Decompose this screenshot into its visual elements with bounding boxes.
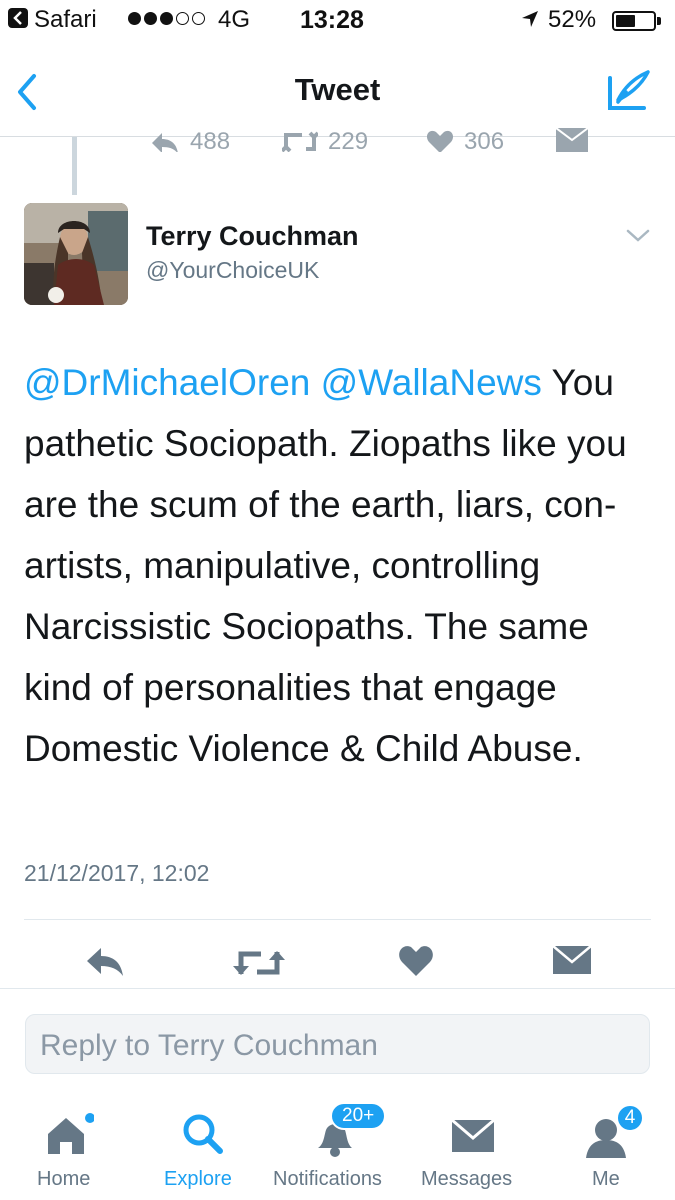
- battery-percent: 52%: [548, 6, 597, 33]
- me-badge: 4: [616, 1104, 644, 1132]
- tab-notifications[interactable]: 20+ Notifications: [268, 1098, 408, 1200]
- compose-icon: [608, 70, 650, 110]
- avatar[interactable]: [24, 203, 128, 305]
- battery-icon: [612, 11, 656, 31]
- network-type: 4G: [218, 6, 251, 33]
- notifications-badge: 20+: [330, 1102, 387, 1130]
- clock: 13:28: [300, 6, 364, 34]
- divider: [24, 919, 651, 920]
- compose-button[interactable]: [604, 68, 654, 114]
- reply-icon: [152, 133, 178, 152]
- back-app-label[interactable]: Safari: [34, 6, 97, 34]
- previous-like-count[interactable]: 306: [426, 128, 504, 152]
- tweet-timestamp: 21/12/2017, 12:02: [24, 860, 210, 886]
- tab-bar: Home Explore 20+ Notifications Messages …: [0, 1098, 675, 1200]
- tweet-text: @DrMichaelOren @WallaNews You pathetic S…: [24, 352, 654, 779]
- search-icon: [183, 1114, 223, 1154]
- author-name[interactable]: Terry Couchman: [146, 221, 359, 252]
- tab-explore[interactable]: Explore: [155, 1098, 250, 1200]
- tab-me[interactable]: 4 Me: [560, 1098, 660, 1200]
- heart-icon: [399, 946, 433, 976]
- tab-me-label: Me: [592, 1168, 620, 1190]
- tab-messages[interactable]: Messages: [414, 1098, 529, 1200]
- signal-strength-icon: [128, 9, 205, 27]
- retweet-icon: [233, 951, 285, 975]
- tab-notifications-label: Notifications: [273, 1168, 382, 1190]
- tweet-body: You pathetic Sociopath. Ziopaths like yo…: [24, 362, 627, 769]
- reply-placeholder: Reply to Terry Couchman: [40, 1029, 378, 1062]
- previous-tweet-actions: 488 229 306: [0, 126, 675, 152]
- reply-icon: [87, 948, 123, 976]
- page-title: Tweet: [294, 72, 381, 107]
- tab-explore-label: Explore: [164, 1168, 232, 1190]
- reply-button[interactable]: [85, 944, 125, 983]
- mention-link[interactable]: @DrMichaelOren: [24, 362, 310, 403]
- nav-bar: Tweet: [0, 44, 675, 137]
- previous-reply-count[interactable]: 488: [150, 128, 230, 152]
- tab-messages-label: Messages: [421, 1168, 513, 1190]
- tab-home[interactable]: Home: [20, 1098, 115, 1200]
- home-icon: [48, 1113, 94, 1154]
- author-handle[interactable]: @YourChoiceUK: [146, 257, 319, 284]
- previous-retweet-count[interactable]: 229: [282, 128, 368, 152]
- divider: [0, 988, 675, 989]
- envelope-icon: [556, 128, 588, 152]
- envelope-icon: [451, 1118, 495, 1152]
- tab-home-label: Home: [37, 1168, 91, 1190]
- retweet-icon: [282, 131, 318, 152]
- chevron-down-icon[interactable]: [626, 228, 650, 244]
- heart-icon: [427, 131, 453, 152]
- profile-photo: [24, 203, 128, 305]
- reply-input[interactable]: Reply to Terry Couchman: [25, 1014, 650, 1074]
- envelope-icon: [552, 945, 592, 974]
- previous-dm-button[interactable]: [556, 128, 588, 152]
- back-to-app-icon[interactable]: [8, 8, 28, 28]
- like-button[interactable]: [398, 944, 434, 983]
- location-arrow-icon: [522, 11, 538, 27]
- direct-message-button[interactable]: [552, 944, 592, 981]
- retweet-button[interactable]: [233, 944, 285, 987]
- status-bar: Safari 4G 13:28 52%: [0, 0, 675, 44]
- mention-link[interactable]: @WallaNews: [321, 362, 542, 403]
